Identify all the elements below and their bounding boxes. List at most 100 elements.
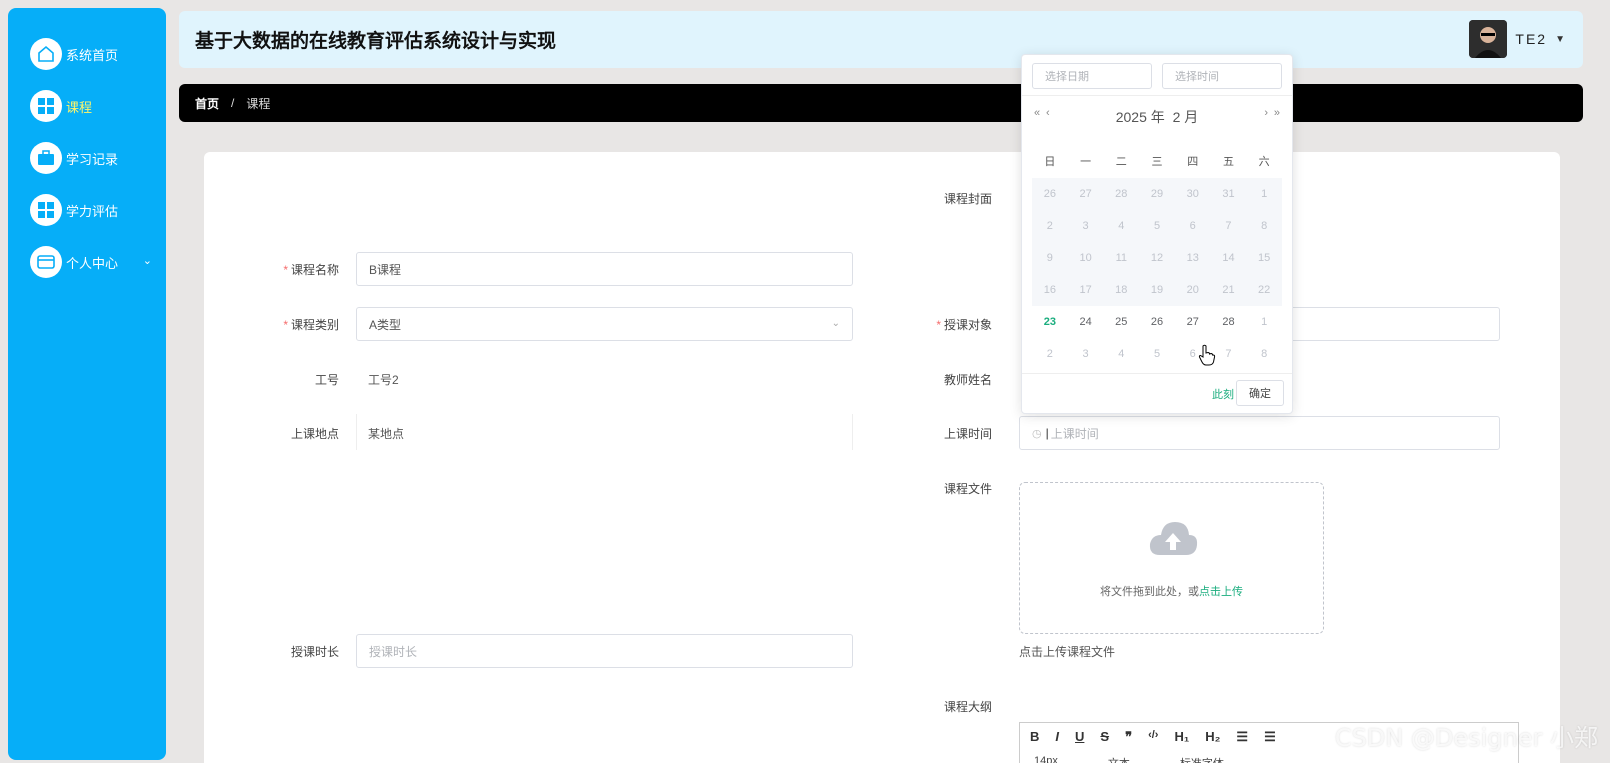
location-label: 上课地点 [290,427,339,441]
class-time-input[interactable]: ◷ | 上课时间 [1019,416,1500,450]
calendar-day: 1 [1261,188,1268,200]
weekday-label: 六 [1258,156,1270,168]
code-button[interactable]: ‹/› [1148,729,1158,745]
calendar-day: 17 [1079,284,1092,296]
picker-date-input[interactable]: 选择日期 [1032,63,1152,89]
underline-button[interactable]: U [1075,729,1084,745]
calendar-day[interactable]: 4 [1103,348,1139,360]
sidebar-item-course[interactable]: 课程 [8,80,166,132]
file-label: 课程文件 [943,482,992,496]
clock-icon: ◷ [1032,427,1042,440]
header-select[interactable]: 文本 [1108,755,1130,763]
bullet-list-button[interactable]: ☰ [1264,729,1276,745]
user-menu[interactable]: TE2 ▼ [1469,20,1565,58]
avatar [1469,20,1508,58]
course-name-input[interactable]: B课程 [356,252,853,286]
weekday-label: 五 [1222,156,1234,168]
calendar-day: 26 [1043,188,1056,200]
sidebar-item-home[interactable]: 系统首页 [8,28,166,80]
next-year-icon[interactable]: » [1274,107,1280,119]
calendar-day: 7 [1225,220,1232,232]
upload-link[interactable]: 点击上传 [1199,586,1243,598]
bold-button[interactable]: B [1030,729,1039,745]
h1-button[interactable]: H₁ [1174,729,1189,745]
upload-instructions: 将文件拖到此处，或点击上传 [1100,586,1243,598]
calendar-day[interactable]: 25 [1103,316,1139,328]
editor-selects: 14px 文本 标准字体 [1034,755,1224,763]
calendar-day[interactable]: 28 [1211,316,1247,328]
strike-button[interactable]: S [1100,729,1109,745]
watermark: CSDN @Designer 小郑 [1334,724,1598,752]
divider [852,414,853,450]
quote-button[interactable]: ❞ [1125,729,1132,745]
calendar-day: 30 [1186,188,1199,200]
calendar-day[interactable]: 5 [1139,348,1175,360]
calendar-day[interactable]: 3 [1068,348,1104,360]
calendar-day: 15 [1258,252,1271,264]
divider [356,414,357,450]
sidebar-item-profile[interactable]: 个人中心 ⌄ [8,236,166,288]
calendar-day[interactable]: 27 [1175,316,1211,328]
confirm-button[interactable]: 确定 [1236,380,1284,406]
picker-month[interactable]: 2 月 [1173,109,1199,125]
calendar-day: 18 [1115,284,1128,296]
calendar-day: 19 [1150,284,1164,296]
h2-button[interactable]: H₂ [1205,729,1220,745]
calendar-day: 31 [1222,188,1235,200]
weekday-label: 三 [1151,156,1163,168]
breadcrumb: 首页 / 课程 [179,84,1583,122]
cloud-upload-icon [1149,522,1198,555]
calendar-day: 22 [1258,284,1271,296]
now-button[interactable]: 此刻 [1212,386,1234,402]
calendar-day: 13 [1186,252,1199,264]
calendar-day: 27 [1079,188,1092,200]
sidebar-item-label: 课程 [66,99,93,115]
user-name: TE2 [1515,31,1548,47]
calendar-day[interactable]: 2 [1032,348,1068,360]
weekday-header: 日 一 二 三 四 五 六 [1032,153,1282,169]
sidebar: 系统首页 课程 学习记录 学力评估 个人中心 ⌄ [8,8,166,760]
calendar-day[interactable]: 8 [1246,348,1282,360]
font-size-select[interactable]: 14px [1034,755,1058,763]
calendar-day: 8 [1261,220,1268,232]
calendar-day: 2 [1046,220,1053,232]
picker-time-input[interactable]: 选择时间 [1162,63,1282,89]
course-form: * 课程名称 B课程 * 课程类别 A类型 ⌄ 工号 工号2 上课地点 某地点 授课时… [204,152,1560,763]
location-value: 某地点 [368,427,405,441]
teacher-label: 教师姓名 [943,373,992,387]
editor-toolbar: B I U S ❞ ‹/› H₁ H₂ ☰ ☰ [1030,729,1276,745]
weekday-label: 二 [1115,156,1127,168]
card-icon [30,246,62,278]
picker-header: 2025 年 2 月 [1022,107,1292,127]
next-month-icon[interactable]: › [1264,107,1268,119]
ordered-list-button[interactable]: ☰ [1236,729,1248,745]
course-type-select[interactable]: A类型 ⌄ [356,307,853,341]
calendar-day: 4 [1118,220,1125,232]
italic-button[interactable]: I [1055,729,1059,745]
font-family-select[interactable]: 标准字体 [1180,755,1224,763]
sidebar-item-assessment[interactable]: 学力评估 [8,184,166,236]
hand-cursor-icon [1198,344,1216,366]
duration-label: 授课时长 [290,645,339,659]
breadcrumb-home[interactable]: 首页 [195,95,219,112]
calendar-grid: 26 27 28 29 30 31 1 2 3 4 5 6 7 8 9 10 1… [1032,178,1282,370]
calendar-day: 28 [1115,188,1128,200]
duration-input[interactable]: 授课时长 [356,634,853,668]
calendar-day[interactable]: 1 [1246,316,1282,328]
calendar-week: 16 17 18 19 20 21 22 [1032,274,1282,306]
calendar-day[interactable]: 24 [1068,316,1104,328]
calendar-day[interactable]: 26 [1139,316,1175,328]
file-upload-dropzone[interactable]: 将文件拖到此处，或点击上传 [1019,482,1324,634]
calendar-week: 2 3 4 5 6 7 8 [1032,210,1282,242]
grid-icon [30,194,62,226]
sidebar-item-study-record[interactable]: 学习记录 [8,132,166,184]
calendar-day: 14 [1222,252,1235,264]
calendar-day: 6 [1189,220,1196,232]
weekday-label: 四 [1187,156,1199,168]
home-icon [30,38,62,70]
calendar-week: 9 10 11 12 13 14 15 [1032,242,1282,274]
picker-year[interactable]: 2025 年 [1116,109,1165,125]
calendar-day-today[interactable]: 23 [1032,316,1068,328]
class-time-label: 上课时间 [943,427,992,441]
chevron-down-icon: ⌄ [142,255,152,267]
